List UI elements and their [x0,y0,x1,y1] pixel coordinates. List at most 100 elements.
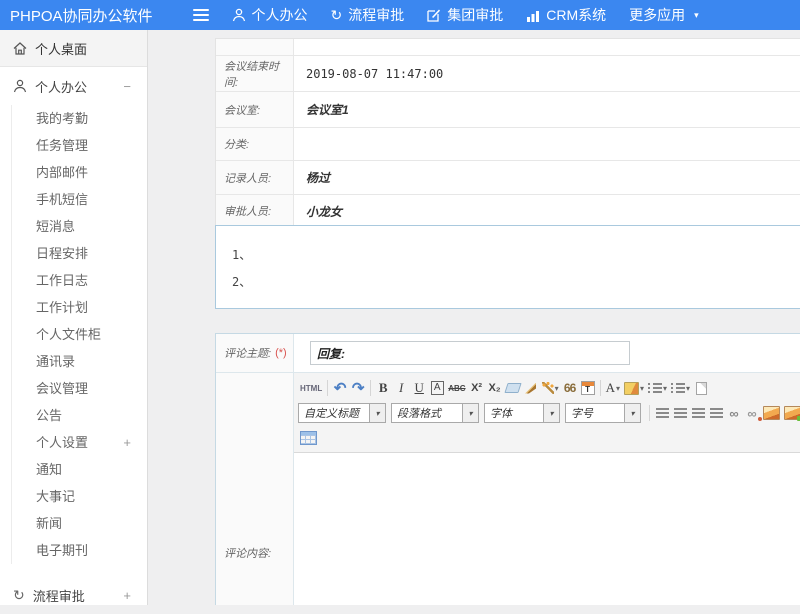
sidebar-item-work-diary[interactable]: 工作日志 [0,267,147,294]
sidebar-item-schedule[interactable]: 日程安排 [0,240,147,267]
sidebar-item-task-management[interactable]: 任务管理 [0,132,147,159]
minutes-line: 1、 [232,242,800,269]
bar-chart-icon [526,9,540,22]
insert-remote-image-button[interactable] [782,404,800,422]
font-family-select[interactable]: 字体 ▾ [484,403,560,423]
field-label-meeting-end-time: 会议结束时间: [216,56,294,91]
comment-subject-row: 评论主题: (*) [216,334,800,373]
bold-button[interactable]: B [374,379,392,397]
nav-workflow-approval[interactable]: ↻ 流程审批 [331,5,405,25]
new-page-button[interactable] [692,379,710,397]
comment-form-table: 评论主题: (*) 评论内容: HTML ↶ [215,333,800,605]
field-label-comment-subject: 评论主题: (*) [216,334,294,372]
editor-content-area[interactable] [294,453,800,605]
remove-link-button[interactable]: ∞ [743,404,761,422]
field-label-recorder: 记录人员: [216,161,294,194]
nav-more-apps[interactable]: 更多应用 ▾ [629,5,699,25]
sidebar-item-e-journal[interactable]: 电子期刊 [0,537,147,564]
sidebar-item-label: 任务管理 [36,132,88,159]
sidebar-item-announcement[interactable]: 公告 [0,402,147,429]
sidebar-item-label: 手机短信 [36,186,88,213]
sidebar-item-label: 个人设置 [36,429,88,456]
sidebar-item-internal-mail[interactable]: 内部邮件 [0,159,147,186]
collapse-icon[interactable]: − [123,79,131,94]
sidebar-item-personal-desktop[interactable]: 个人桌面 [0,30,147,67]
highlight-color-button[interactable]: ▾ [622,379,646,397]
sidebar-item-label: 短消息 [36,213,75,240]
sidebar-item-personal-settings[interactable]: 个人设置 + [0,429,147,456]
sidebar-item-work-plan[interactable]: 工作计划 [0,294,147,321]
field-value-comment-subject [294,334,800,372]
caret-down-icon: ▾ [694,10,699,21]
format-painter-button[interactable] [522,379,540,397]
sidebar-item-short-message[interactable]: 短消息 [0,213,147,240]
align-left-icon [656,408,669,419]
strikethrough-button[interactable]: ABC [446,379,467,397]
field-value-approver: 小龙女 [294,195,800,227]
comment-subject-input[interactable] [310,341,630,365]
sidebar-group-workflow-approval[interactable]: ↻ 流程审批 + [0,576,147,614]
nav-group-approval[interactable]: 集团审批 [427,5,503,25]
sidebar-item-attendance[interactable]: 我的考勤 [0,105,147,132]
caret-down-icon: ▾ [624,404,640,422]
sidebar-item-news[interactable]: 新闻 [0,510,147,537]
align-right-button[interactable] [689,404,707,422]
insert-date-button[interactable]: T [579,379,597,397]
sidebar-item-label: 大事记 [36,483,75,510]
sidebar-group-label: 流程审批 [33,586,85,605]
autoformat-button[interactable]: ▾ [540,379,561,397]
superscript-button[interactable]: X² [468,379,486,397]
caret-down-icon: ▾ [462,404,478,422]
font-color-button[interactable]: A▾ [604,379,622,397]
expand-icon[interactable]: + [123,588,131,603]
top-navigation-bar: PHPOA协同办公软件 个人办公 ↻ 流程审批 集团审批 CRM系统 更多应用 … [0,0,800,30]
sidebar-item-label: 会议管理 [36,375,88,402]
field-value-meeting-room: 会议室1 [294,92,800,127]
insert-image-button[interactable] [761,404,782,422]
sidebar-item-label: 日程安排 [36,240,88,267]
sidebar-item-label: 公告 [36,402,62,429]
user-icon [232,8,246,22]
hamburger-menu-icon[interactable] [193,9,209,21]
sidebar-item-label: 工作计划 [36,294,88,321]
sidebar-group-personal-office[interactable]: 个人办公 − [0,67,147,105]
insert-table-button[interactable] [298,429,319,447]
sidebar-item-file-cabinet[interactable]: 个人文件柜 [0,321,147,348]
undo-button[interactable]: ↶ [331,379,349,397]
unordered-list-button[interactable]: ▾ [669,379,692,397]
rich-text-editor: HTML ↶ ↷ B I U A ABC X² X₂ [294,373,800,605]
align-center-button[interactable] [671,404,689,422]
blockquote-button[interactable]: 66 [561,379,579,397]
nav-crm-system[interactable]: CRM系统 [526,5,606,25]
font-style-button[interactable]: A [431,381,444,395]
sidebar-item-notice[interactable]: 通知 [0,456,147,483]
field-value-recorder: 杨过 [294,161,800,194]
ordered-list-button[interactable]: ▾ [646,379,669,397]
expand-icon[interactable]: + [123,429,131,456]
field-label [216,39,294,55]
align-justify-button[interactable] [707,404,725,422]
underline-button[interactable]: U [410,379,428,397]
eraser-button[interactable] [504,379,522,397]
sidebar-item-memorabilia[interactable]: 大事记 [0,483,147,510]
sidebar-group-label: 个人办公 [35,77,87,96]
subscript-button[interactable]: X₂ [486,379,504,397]
align-right-icon [692,408,705,419]
italic-button[interactable]: I [392,379,410,397]
sidebar-item-contacts[interactable]: 通讯录 [0,348,147,375]
align-left-button[interactable] [653,404,671,422]
home-icon [13,42,27,55]
sidebar-item-sms[interactable]: 手机短信 [0,186,147,213]
nav-personal-office[interactable]: 个人办公 [232,5,308,25]
heading-select[interactable]: 自定义标题 ▾ [298,403,386,423]
insert-link-button[interactable]: ∞ [725,404,743,422]
paragraph-format-select[interactable]: 段落格式 ▾ [391,403,479,423]
process-icon: ↻ [331,8,343,22]
font-size-select[interactable]: 字号 ▾ [565,403,641,423]
html-source-button[interactable]: HTML [298,379,324,397]
sidebar-item-meeting-management[interactable]: 会议管理 [0,375,147,402]
main-content: 会议结束时间: 2019-08-07 11:47:00 会议室: 会议室1 分类… [148,30,800,605]
editor-toolbar: HTML ↶ ↷ B I U A ABC X² X₂ [294,373,800,453]
redo-button[interactable]: ↷ [349,379,367,397]
nav-label: 流程审批 [348,5,404,25]
